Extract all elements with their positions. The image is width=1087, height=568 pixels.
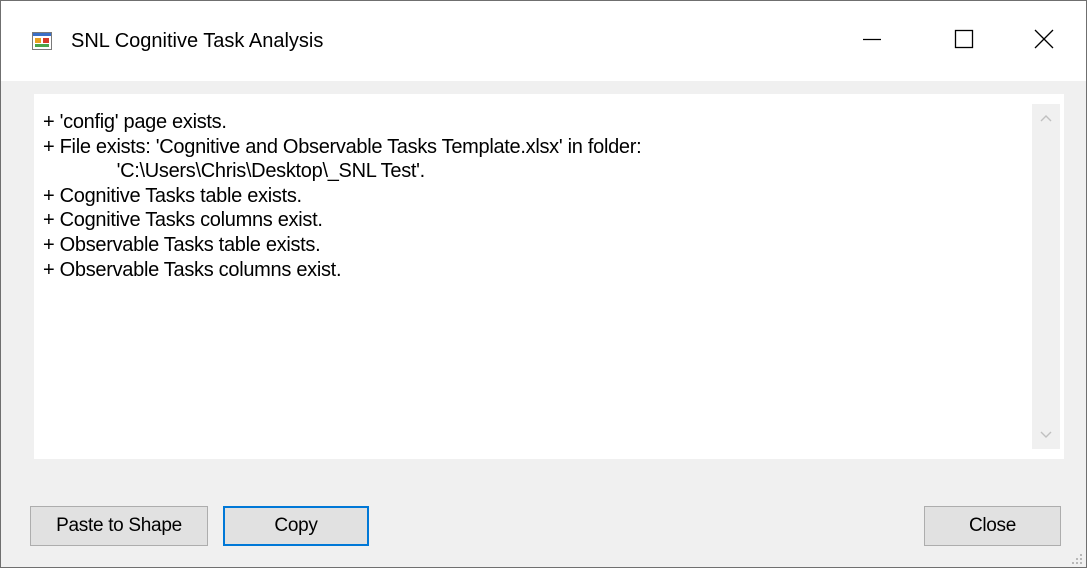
log-line: 'C:\Users\Chris\Desktop\_SNL Test'. (43, 160, 426, 183)
log-line: + Observable Tasks columns exist. (43, 258, 342, 281)
resize-grip-icon[interactable] (1071, 552, 1083, 564)
log-textbox[interactable]: + 'config' page exists. + File exists: '… (34, 94, 1064, 459)
minimize-button[interactable] (826, 1, 918, 81)
app-form-icon (32, 31, 52, 51)
minimize-icon (862, 29, 882, 54)
close-window-button[interactable] (1001, 1, 1086, 81)
vertical-scrollbar[interactable] (1032, 104, 1060, 449)
maximize-icon (954, 29, 974, 54)
window-title: SNL Cognitive Task Analysis (71, 30, 324, 52)
close-button[interactable]: Close (924, 506, 1061, 546)
paste-to-shape-button[interactable]: Paste to Shape (30, 506, 208, 546)
title-bar[interactable]: SNL Cognitive Task Analysis (1, 1, 1086, 81)
log-line: + Cognitive Tasks table exists. (43, 184, 302, 207)
scroll-down-button[interactable] (1032, 421, 1060, 449)
chevron-up-icon (1040, 109, 1052, 127)
close-icon (1034, 29, 1054, 54)
log-line: + Cognitive Tasks columns exist. (43, 209, 323, 232)
log-line: + File exists: 'Cognitive and Observable… (43, 135, 642, 158)
copy-button[interactable]: Copy (223, 506, 369, 546)
log-line: + Observable Tasks table exists. (43, 233, 321, 256)
dialog-window: SNL Cognitive Task Analysis + 'config' p… (0, 0, 1087, 568)
log-content: + 'config' page exists. + File exists: '… (43, 110, 1023, 282)
chevron-down-icon (1040, 426, 1052, 444)
maximize-button[interactable] (918, 1, 1010, 81)
scroll-up-button[interactable] (1032, 104, 1060, 132)
log-line: + 'config' page exists. (43, 111, 227, 133)
